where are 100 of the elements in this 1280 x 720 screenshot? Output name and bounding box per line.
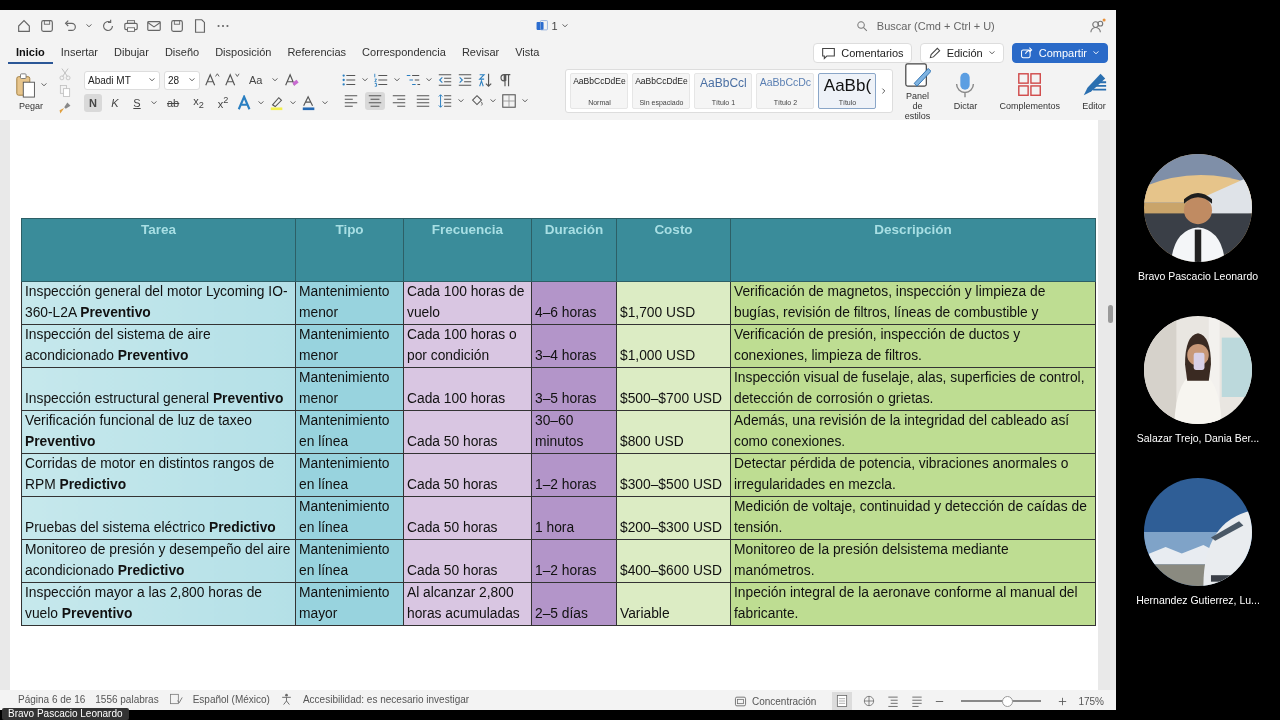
table-cell: Cada 100 horas de vuelo (403, 281, 532, 325)
home-icon[interactable] (16, 18, 32, 34)
table-cell: 3–5 horas (531, 367, 617, 411)
caret-icon[interactable] (361, 76, 370, 84)
caret-icon[interactable] (150, 98, 158, 107)
save-icon[interactable] (39, 18, 55, 34)
language-label[interactable]: Español (México) (192, 693, 270, 705)
caret-icon[interactable] (85, 22, 93, 30)
column-header: Duración (531, 218, 617, 282)
styles-pane-button[interactable]: Panel de estilos (899, 61, 936, 121)
format-button[interactable]: ab (162, 93, 185, 112)
new-document-icon[interactable] (192, 18, 208, 34)
numbering-icon[interactable] (373, 72, 390, 88)
column-header: Tarea (21, 218, 296, 282)
ribbon-tab[interactable]: Revisar (453, 42, 508, 64)
table-cell: 30–60 minutos (531, 410, 617, 454)
clear-formatting-icon[interactable] (283, 72, 300, 88)
shading-icon[interactable] (469, 93, 486, 109)
dictate-button[interactable]: Dictar (947, 71, 984, 111)
format-button[interactable]: N (84, 93, 102, 112)
word-count[interactable]: 1556 palabras (95, 693, 159, 705)
zoom-in-icon[interactable] (1057, 695, 1069, 707)
format-button[interactable]: S (128, 93, 146, 112)
share-button[interactable]: Compartir (1011, 43, 1108, 63)
caret-icon (1092, 49, 1100, 57)
participant-name: Salazar Trejo, Dania Ber... (1136, 432, 1260, 444)
ribbon-tab[interactable]: Dibujar (106, 42, 157, 64)
font-field[interactable]: Abadi MT (84, 70, 160, 90)
ribbon-tab[interactable]: Diseño (156, 42, 208, 64)
caret-icon[interactable] (271, 76, 280, 84)
ribbon-tab[interactable]: Vista (507, 42, 548, 64)
ribbon-tab[interactable]: Correspondencia (354, 42, 454, 64)
ribbon-tab[interactable]: Inicio (8, 42, 53, 64)
print-layout-icon[interactable] (835, 694, 850, 708)
share-icon (1019, 46, 1034, 60)
accessibility-status[interactable]: Accesibilidad: es necesario investigar (302, 693, 470, 705)
caret-icon[interactable] (521, 97, 530, 105)
slider-thumb[interactable] (1001, 695, 1013, 707)
ribbon-tab[interactable]: Disposición (207, 42, 280, 64)
caret-icon[interactable] (257, 98, 266, 107)
draft-icon[interactable] (910, 694, 925, 708)
document-switcher[interactable]: 1 (534, 19, 838, 33)
column-header: Frecuencia (403, 218, 532, 282)
shrink-font-icon[interactable] (224, 72, 240, 88)
editor-button[interactable]: Editor (1075, 71, 1112, 111)
format-button[interactable]: x$^{2}$ (212, 93, 234, 112)
table-cell: $800 USD (616, 410, 731, 454)
zoom-level[interactable]: 175% (1078, 695, 1104, 707)
web-layout-icon[interactable] (862, 694, 877, 708)
accessibility-icon[interactable] (279, 692, 293, 706)
editing-button[interactable]: Edición (919, 43, 1004, 63)
caret-icon[interactable] (393, 76, 402, 84)
grow-font-icon[interactable] (204, 72, 220, 88)
outline-icon[interactable] (886, 694, 901, 708)
table-cell: 1–2 horas (531, 539, 617, 583)
change-case-button[interactable]: Aa (244, 71, 268, 89)
multilevel-list-icon[interactable] (405, 72, 422, 88)
borders-icon[interactable] (501, 93, 518, 109)
undo-icon[interactable] (62, 18, 78, 34)
redo-icon[interactable] (100, 18, 116, 34)
caret-icon[interactable] (425, 76, 434, 84)
bullets-icon[interactable] (341, 72, 358, 88)
save-as-icon[interactable] (169, 18, 185, 34)
caret-icon[interactable] (321, 98, 330, 107)
table-cell: Mantenimiento menor (295, 281, 404, 325)
page-count[interactable]: Página 6 de 16 (18, 693, 86, 705)
ribbon-tab[interactable]: Referencias (279, 42, 355, 64)
format-button[interactable]: K (106, 93, 124, 112)
caret-icon[interactable] (489, 97, 498, 105)
caret-icon[interactable] (457, 97, 466, 105)
addins-button[interactable]: Complementos (995, 71, 1064, 111)
table-cell: Mantenimiento en línea (295, 539, 404, 583)
sort-icon[interactable] (477, 72, 494, 88)
caret-icon[interactable] (289, 98, 298, 107)
focus-icon (733, 694, 747, 708)
caret-icon (188, 76, 196, 84)
format-painter-icon[interactable] (58, 101, 72, 115)
caret-icon[interactable] (560, 22, 569, 30)
ribbon-tab[interactable]: Insertar (52, 42, 107, 64)
format-button[interactable]: x$_{2}$ (188, 93, 209, 112)
align-center-button[interactable] (365, 92, 386, 110)
table-cell: Variable (616, 582, 731, 626)
font-size-field[interactable]: 28 (164, 70, 200, 90)
pencil-icon (927, 46, 942, 60)
paste-button[interactable]: Pegar (10, 71, 52, 111)
scrollbar-thumb[interactable] (1107, 305, 1113, 323)
print-icon[interactable] (123, 18, 139, 34)
table-cell: Verificación de magnetos, inspección y limpieza de bugías, revisión de filtros, líneas de combustible y (730, 281, 1096, 325)
table-cell: Cada 50 horas (403, 496, 532, 540)
comments-button[interactable]: Comentarios (813, 43, 912, 63)
increase-indent-icon[interactable] (457, 72, 474, 88)
table-cell: Monitoreo de la presión delsistema mediante manómetros. (730, 539, 1096, 583)
table-cell: 3–4 horas (531, 324, 617, 368)
proofing-icon[interactable] (168, 692, 183, 706)
line-spacing-icon[interactable] (437, 93, 454, 109)
mail-icon[interactable] (146, 18, 162, 34)
decrease-indent-icon[interactable] (437, 72, 454, 88)
collaborators-icon[interactable] (1089, 17, 1106, 35)
focus-button[interactable]: Concentración (727, 693, 823, 709)
search-field[interactable]: Buscar (Cmd + Ctrl + U) (874, 19, 1069, 33)
